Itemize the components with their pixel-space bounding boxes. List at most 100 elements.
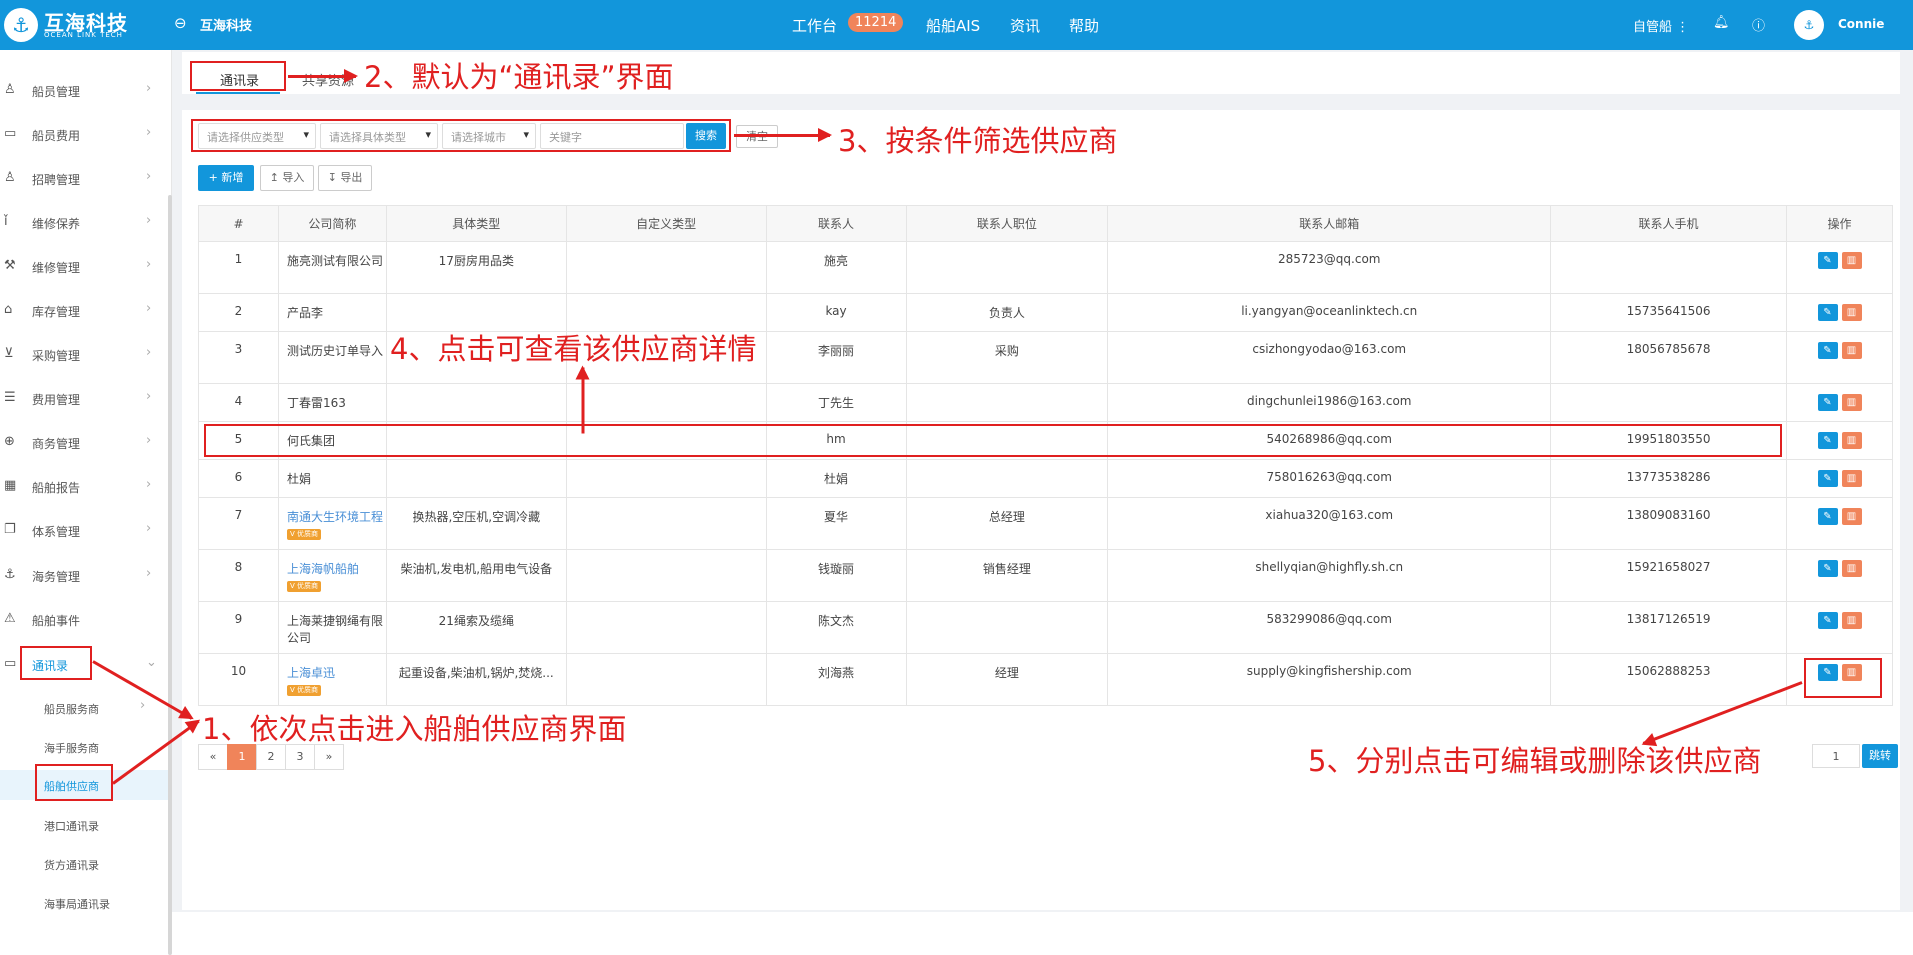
cell-index-text: 5 (234, 432, 243, 446)
sidebar-item-inventory[interactable]: ⌂ 库存管理 › (0, 296, 168, 326)
bell-icon[interactable]: 🔔︎ (1713, 15, 1730, 30)
chevron-right-icon: › (146, 477, 152, 492)
add-button[interactable]: + 新增 (198, 165, 254, 191)
cell-actions: ✎ ▥ (1786, 601, 1893, 654)
sidebar-item-business[interactable]: ⊕ 商务管理 › (0, 428, 168, 458)
table-row[interactable]: 5 何氏集团 hm 540268986@qq.com 19951803550 ✎ ▥ (198, 421, 1893, 460)
keyword-input[interactable]: 关键字 (540, 123, 684, 149)
sidebar-item-crew[interactable]: ♙ 船员管理 › (0, 76, 168, 106)
cell-email: 758016263@qq.com (1107, 459, 1552, 498)
sidebar-item-repair[interactable]: ⚒ 维修管理 › (0, 252, 168, 282)
sidebar-sub-port-contacts[interactable]: 港口通讯录 (0, 810, 168, 840)
sidebar-item-report[interactable]: ▦ 船舶报告 › (0, 472, 168, 502)
table-row[interactable]: 9 上海莱捷钢绳有限公司 21绳索及缆绳 陈文杰 583299086@qq.com 138… (198, 601, 1893, 654)
sidebar-item-recruit[interactable]: ♙ 招聘管理 › (0, 164, 168, 194)
edit-icon[interactable]: ✎ (1817, 304, 1838, 321)
table-row[interactable]: 10 上海卓迅 V 优质商 起重设备,柴油机,锅炉,焚烧... 刘海燕 经理 supply@… (198, 653, 1893, 706)
table-row[interactable]: 6 杜娟 杜娟 758016263@qq.com 13773538286 ✎ ▥ (198, 459, 1893, 498)
cell-email-text: 583299086@qq.com (1266, 612, 1392, 626)
trash-icon[interactable]: ▥ (1841, 560, 1862, 577)
sidebar-item-expense[interactable]: ☰ 费用管理 › (0, 384, 168, 414)
nav-help[interactable]: 帮助 (1069, 15, 1099, 36)
back-arrow-icon[interactable]: ⊖ (174, 14, 187, 32)
sidebar-sub-cargo-contacts[interactable]: 货方通讯录 (0, 849, 168, 879)
sidebar-item-system[interactable]: ❐ 体系管理 › (0, 516, 168, 546)
table-row[interactable]: 8 上海海帆船舶 V 优质商 柴油机,发电机,船用电气设备 钱璇丽 销售经理 shellyq… (198, 549, 1893, 602)
sidebar-sub-msa-contacts[interactable]: 海事局通讯录 (0, 888, 168, 918)
cell-actions: ✎ ▥ (1786, 421, 1893, 460)
sidebar-item-maintenance[interactable]: ǐ 维修保养 › (0, 208, 168, 238)
edit-icon[interactable]: ✎ (1817, 560, 1838, 577)
cart-icon: ⊻ (4, 346, 14, 361)
select-value: 请选择城市 (451, 131, 506, 144)
cell-actions: ✎ ▥ (1786, 653, 1893, 706)
sidebar-item-purchase[interactable]: ⊻ 采购管理 › (0, 340, 168, 370)
trash-icon[interactable]: ▥ (1841, 612, 1862, 629)
export-button[interactable]: ↧ 导出 (318, 165, 372, 191)
edit-icon[interactable]: ✎ (1817, 342, 1838, 359)
cell-contact: 夏华 (765, 497, 907, 550)
nav-ship-ais[interactable]: 船舶AIS (926, 15, 980, 36)
nav-workbench[interactable]: 工作台 (792, 15, 837, 36)
trash-icon[interactable]: ▥ (1841, 470, 1862, 487)
import-button[interactable]: ↥ 导入 (260, 165, 314, 191)
edit-icon[interactable]: ✎ (1817, 508, 1838, 525)
trash-icon[interactable]: ▥ (1841, 342, 1862, 359)
search-button[interactable]: 搜索 (686, 123, 726, 149)
city-select[interactable]: 请选择城市 ▾ (442, 123, 536, 149)
jump-button[interactable]: 跳转 (1862, 744, 1898, 768)
trash-icon[interactable]: ▥ (1841, 394, 1862, 411)
cell-contact-text: hm (826, 432, 846, 446)
sidebar-sub-ship-supplier[interactable]: 船舶供应商 (0, 770, 168, 800)
cell-actions: ✎ ▥ (1786, 293, 1893, 332)
cell-custom (565, 601, 767, 654)
cell-contact: 李丽丽 (765, 331, 907, 384)
sidebar-item-label: 体系管理 (32, 525, 81, 539)
ship-selector[interactable]: 自管船 ⋮ (1633, 16, 1689, 35)
edit-icon[interactable]: ✎ (1817, 664, 1838, 681)
edit-icon[interactable]: ✎ (1817, 470, 1838, 487)
sidebar-item-contacts[interactable]: ▭ 通讯录 ⌄ (0, 650, 168, 680)
sidebar-sub-sailor-service[interactable]: 海手服务商 (0, 732, 168, 762)
cell-company-text[interactable]: 南通大生环境工程 (287, 510, 383, 524)
sidebar-item-marine[interactable]: ⚓ 海务管理 › (0, 561, 168, 591)
jump-page-input[interactable]: 1 (1812, 744, 1860, 768)
cell-email-text: li.yangyan@oceanlinktech.cn (1241, 304, 1418, 318)
sidebar-item-incident[interactable]: ⚠ 船舶事件 (0, 605, 168, 635)
help-icon[interactable]: ⓘ (1752, 15, 1765, 34)
cell-index-text: 10 (230, 664, 247, 678)
cell-phone-text: 15735641506 (1626, 304, 1711, 318)
trash-icon[interactable]: ▥ (1841, 664, 1862, 681)
annotation-text-3: 3、按条件筛选供应商 (838, 124, 1118, 158)
cell-index: 8 (198, 549, 279, 602)
back-title[interactable]: 互海科技 (200, 15, 252, 34)
download-icon: ↧ (327, 171, 337, 184)
table-row[interactable]: 7 南通大生环境工程 V 优质商 换热器,空压机,空调冷藏 夏华 总经理 xiahua320… (198, 497, 1893, 550)
cell-index: 2 (198, 293, 279, 332)
cell-company-text[interactable]: 上海海帆船舶 (287, 562, 359, 576)
edit-icon[interactable]: ✎ (1817, 252, 1838, 269)
edit-icon[interactable]: ✎ (1817, 612, 1838, 629)
table-row[interactable]: 1 施亮测试有限公司 17厨房用品类 施亮 285723@qq.com ✎ ▥ (198, 241, 1893, 294)
nav-news[interactable]: 资讯 (1010, 15, 1040, 36)
supplier-type-select[interactable]: 请选择供应类型 ▾ (198, 123, 316, 149)
trash-icon[interactable]: ▥ (1841, 508, 1862, 525)
trash-icon[interactable]: ▥ (1841, 304, 1862, 321)
edit-icon[interactable]: ✎ (1817, 394, 1838, 411)
chevron-right-icon: › (146, 81, 152, 96)
user-icon: ♙ (4, 170, 16, 185)
cell-company-text[interactable]: 上海卓迅 (287, 666, 335, 680)
tab-contacts[interactable]: 通讯录 (220, 70, 259, 89)
sidebar-item-crew-cost[interactable]: ▭ 船员费用 › (0, 120, 168, 150)
edit-icon[interactable]: ✎ (1817, 432, 1838, 449)
avatar[interactable]: ⚓ (1794, 10, 1824, 40)
sidebar-sub-crew-service[interactable]: 船员服务商 › (0, 693, 168, 723)
trash-icon[interactable]: ▥ (1841, 432, 1862, 449)
trash-icon[interactable]: ▥ (1841, 252, 1862, 269)
username[interactable]: Connie (1838, 17, 1884, 31)
verified-tag: V 优质商 (286, 685, 321, 696)
upload-icon: ↥ (269, 171, 279, 184)
specific-type-select[interactable]: 请选择具体类型 ▾ (320, 123, 438, 149)
contact-icon: ▭ (4, 656, 17, 671)
table-row[interactable]: 4 丁春雷163 丁先生 dingchunlei1986@163.com ✎ ▥ (198, 383, 1893, 422)
